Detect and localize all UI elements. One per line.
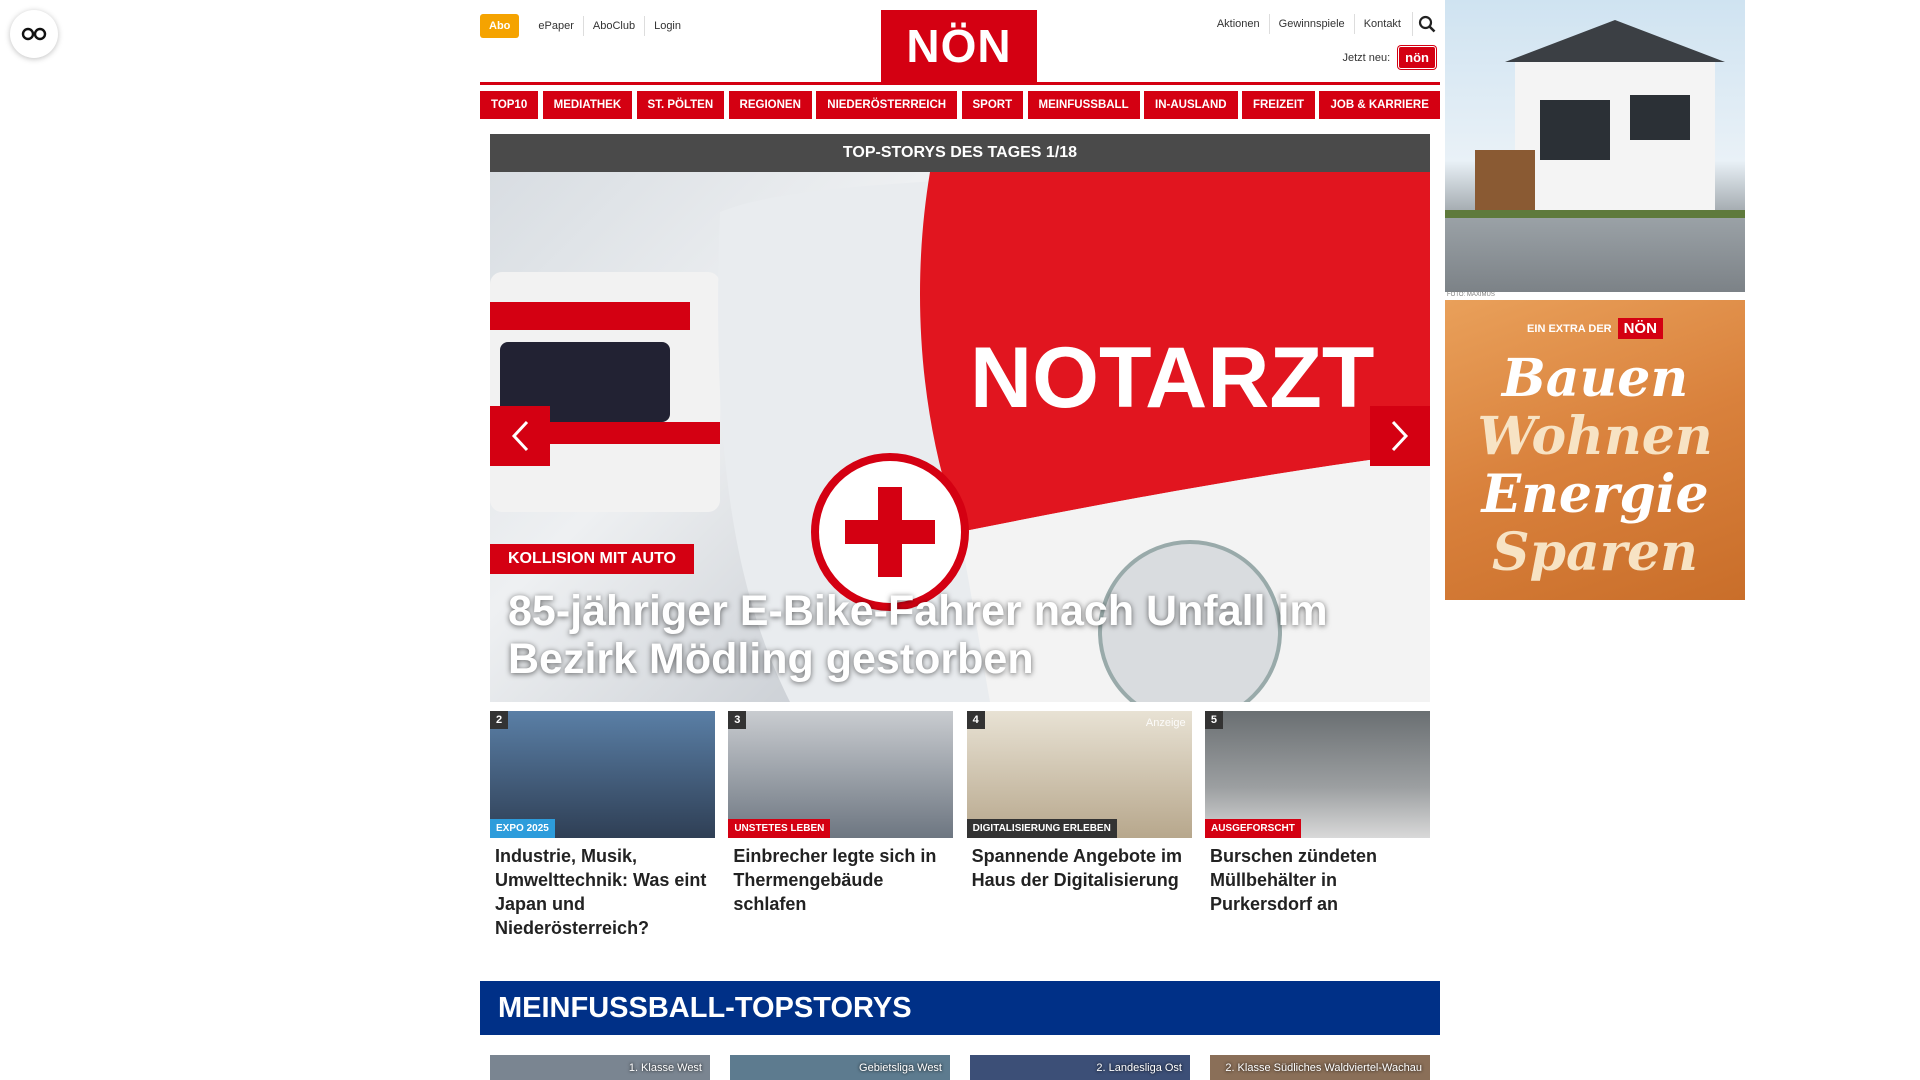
teaser-title[interactable]: Burschen zündeten Müllbehälter in Purker… [1205, 838, 1430, 916]
nav-item-st-poelten[interactable]: ST. PÖLTEN [636, 91, 725, 119]
chevron-left-icon [511, 420, 529, 452]
meinfussball-card[interactable]: 2. Klasse Südliches Waldviertel-Wachau [1210, 1055, 1430, 1080]
nav-item-top10[interactable]: TOP10 [480, 91, 539, 119]
aktionen-link[interactable]: Aktionen [1208, 14, 1269, 34]
slider-title: TOP-STORYS DES TAGES 1/18 [490, 134, 1430, 172]
card-league-label: Gebietsliga West [859, 1062, 942, 1074]
teaser-anzeige-label: Anzeige [1145, 717, 1186, 729]
mini-noen-logo[interactable]: nön [1398, 46, 1436, 69]
abo-button[interactable]: Abo [480, 14, 520, 38]
teaser-badge: EXPO 2025 [490, 819, 555, 838]
hero-slide[interactable]: NOTARZT KOLLISION MIT AUTO 85-jähriger E… [490, 172, 1430, 702]
main-nav: TOP10 MEDIATHEK ST. PÖLTEN REGIONEN NIED… [480, 91, 1440, 119]
teaser-title[interactable]: Einbrecher legte sich in Thermengebäude … [728, 838, 953, 916]
card-league-label: 2. Klasse Südliches Waldviertel-Wachau [1225, 1062, 1422, 1074]
meinfussball-card[interactable]: Gebietsliga West [730, 1055, 950, 1080]
teaser-card[interactable]: 4 Anzeige DIGITALISIERUNG ERLEBEN Spanne… [966, 711, 1192, 940]
teaser-number: 5 [1204, 711, 1223, 729]
slider-next-button[interactable] [1370, 406, 1430, 466]
nav-item-regionen[interactable]: REGIONEN [728, 91, 812, 119]
aboclub-link[interactable]: AboClub [582, 16, 644, 36]
teaser-card[interactable]: 2 EXPO 2025 Industrie, Musik, Umwelttech… [490, 711, 715, 940]
login-link[interactable]: Login [644, 16, 690, 36]
ad-word: Bauen [1501, 348, 1689, 409]
ad-extra-header: EIN EXTRA DER NÖN [1445, 318, 1745, 339]
page-main: Abo ePaper AboClub Login NÖN Aktionen Ge… [480, 0, 1440, 1080]
meinfussball-cards: 1. Klasse West Gebietsliga West 2. Lande… [490, 1055, 1430, 1080]
teaser-card[interactable]: 5 AUSGEFORSCHT Burschen zündeten Müllbeh… [1204, 711, 1430, 940]
nav-item-mediathek[interactable]: MEDIATHEK [542, 91, 633, 119]
accessibility-button[interactable] [10, 10, 58, 58]
teaser-badge: AUSGEFORSCHT [1204, 819, 1301, 838]
meinfussball-card[interactable]: 1. Klasse West [490, 1055, 710, 1080]
ad-word: Energie [1481, 464, 1709, 525]
teaser-image: 4 Anzeige DIGITALISIERUNG ERLEBEN [966, 711, 1192, 838]
house-ad-image [1445, 20, 1745, 218]
teaser-card[interactable]: 3 UNSTETES LEBEN Einbrecher legte sich i… [728, 711, 954, 940]
teaser-number: 4 [966, 711, 985, 729]
header: Abo ePaper AboClub Login NÖN Aktionen Ge… [480, 0, 1440, 82]
hero-image-lettering: NOTARZT [970, 330, 1374, 426]
kontakt-link[interactable]: Kontakt [1353, 14, 1410, 34]
nav-item-sport[interactable]: SPORT [961, 91, 1024, 119]
teaser-image: 2 EXPO 2025 [490, 711, 715, 838]
teaser-badge: UNSTETES LEBEN [728, 819, 831, 838]
jetzt-neu-promo: Jetzt neu: nön [1342, 46, 1436, 69]
ad-noen-logo: NÖN [1617, 318, 1663, 339]
teaser-title[interactable]: Spannende Angebote im Haus der Digitalis… [967, 838, 1192, 892]
nav-item-meinfussball[interactable]: MEINFUSSBALL [1027, 91, 1140, 119]
teaser-number: 2 [490, 711, 508, 729]
site-logo[interactable]: NÖN [881, 10, 1037, 82]
hero-headline[interactable]: 85-jähriger E-Bike-Fahrer nach Unfall im… [508, 587, 1390, 683]
card-league-label: 1. Klasse West [628, 1062, 702, 1074]
ad-bauen-wohnen[interactable]: EIN EXTRA DER NÖN Bauen Wohnen Energie S… [1445, 300, 1745, 600]
teaser-badge: DIGITALISIERUNG ERLEBEN [966, 819, 1117, 838]
teaser-title[interactable]: Industrie, Musik, Umwelttechnik: Was ein… [490, 838, 715, 940]
meinfussball-card[interactable]: 2. Landesliga Ost [970, 1055, 1190, 1080]
nav-item-niederoesterreich[interactable]: NIEDERÖSTERREICH [816, 91, 958, 119]
slider-prev-button[interactable] [490, 406, 550, 466]
teaser-image: 3 UNSTETES LEBEN [728, 711, 954, 838]
card-league-label: 2. Landesliga Ost [1096, 1062, 1182, 1074]
top-stories-slider: TOP-STORYS DES TAGES 1/18 NOTARZT KOLLIS… [490, 134, 1430, 702]
teaser-image: 5 AUSGEFORSCHT [1204, 711, 1430, 838]
meinfussball-heading[interactable]: MEINFUSSBALL-TOPSTORYS [480, 981, 1440, 1035]
chevron-right-icon [1391, 420, 1409, 452]
glasses-icon [21, 27, 47, 41]
ad-house-banner[interactable] [1445, 0, 1745, 292]
header-right-links: Aktionen Gewinnspiele Kontakt [1208, 12, 1440, 36]
search-icon[interactable] [1412, 12, 1440, 36]
header-divider [480, 82, 1440, 85]
story-teasers: 2 EXPO 2025 Industrie, Musik, Umwelttech… [490, 711, 1430, 940]
ad-word: Wohnen [1477, 406, 1713, 467]
gewinnspiele-link[interactable]: Gewinnspiele [1268, 14, 1354, 34]
ad-word: Sparen [1492, 522, 1698, 583]
ad-extra-label: EIN EXTRA DER [1527, 322, 1612, 335]
nav-item-freizeit[interactable]: FREIZEIT [1241, 91, 1316, 119]
ad-credit: FOTO: MAXIMUS [1447, 292, 1495, 298]
nav-item-job-karriere[interactable]: JOB & KARRIERE [1319, 91, 1440, 119]
header-left-links: Abo ePaper AboClub Login [480, 14, 690, 38]
hero-kicker: KOLLISION MIT AUTO [490, 544, 694, 574]
nav-item-in-ausland[interactable]: IN-AUSLAND [1144, 91, 1238, 119]
jetzt-neu-label: Jetzt neu: [1342, 51, 1391, 64]
teaser-number: 3 [728, 711, 747, 729]
epaper-link[interactable]: ePaper [529, 16, 582, 36]
